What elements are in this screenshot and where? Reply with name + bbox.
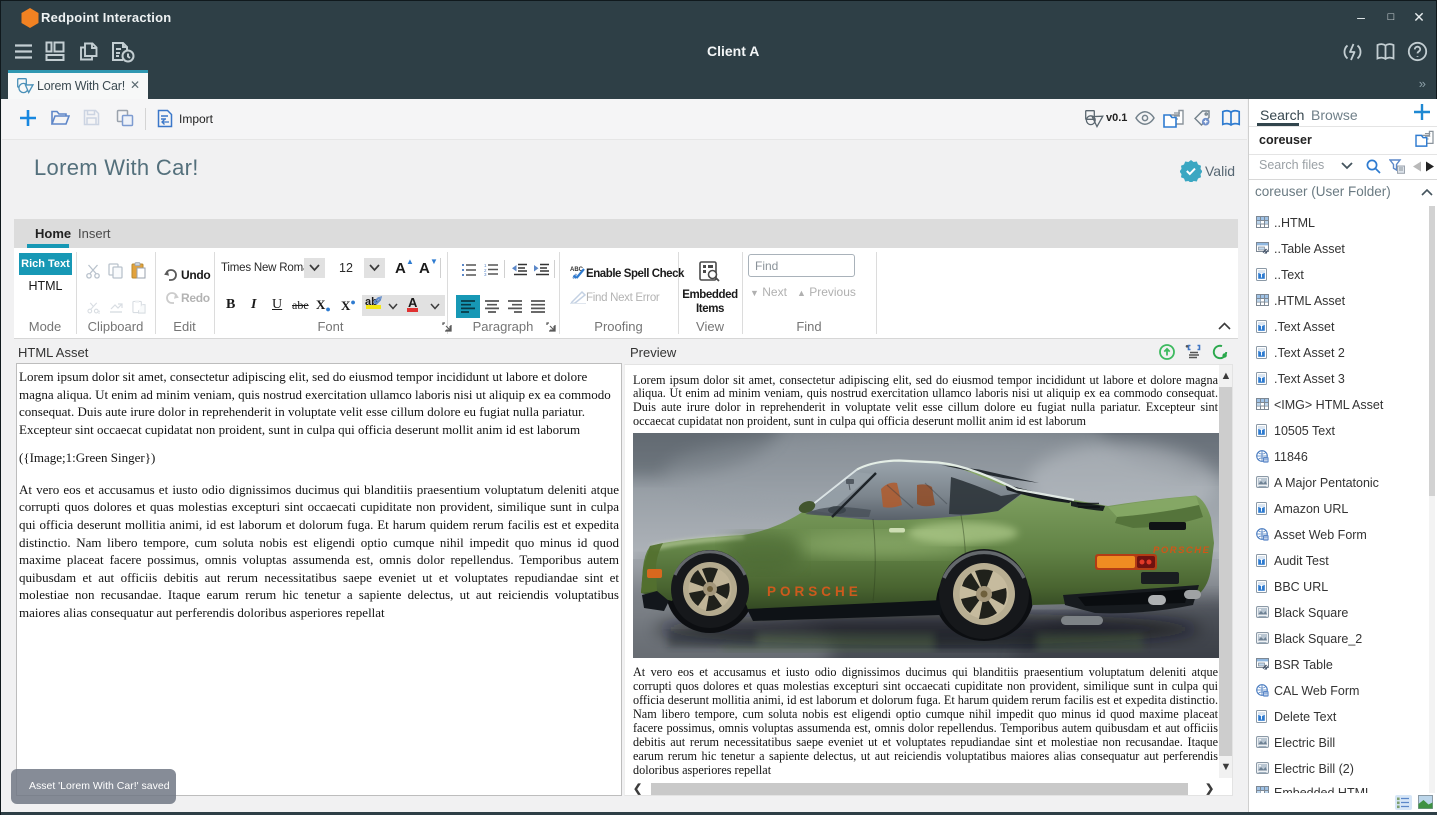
svg-text:T: T — [1260, 429, 1264, 436]
svg-text:3: 3 — [484, 272, 487, 276]
svg-text:T: T — [1260, 585, 1264, 592]
svg-text:T: T — [1260, 325, 1264, 332]
svg-text:T: T — [1260, 559, 1264, 566]
svg-text:PORSCHE: PORSCHE — [767, 584, 862, 599]
svg-text:T: T — [1260, 507, 1264, 514]
svg-text:T: T — [1260, 377, 1264, 384]
svg-text:T: T — [1260, 715, 1264, 722]
svg-text:T: T — [1260, 351, 1264, 358]
svg-text:PORSCHE: PORSCHE — [1153, 545, 1210, 556]
svg-text:T: T — [1260, 273, 1264, 280]
